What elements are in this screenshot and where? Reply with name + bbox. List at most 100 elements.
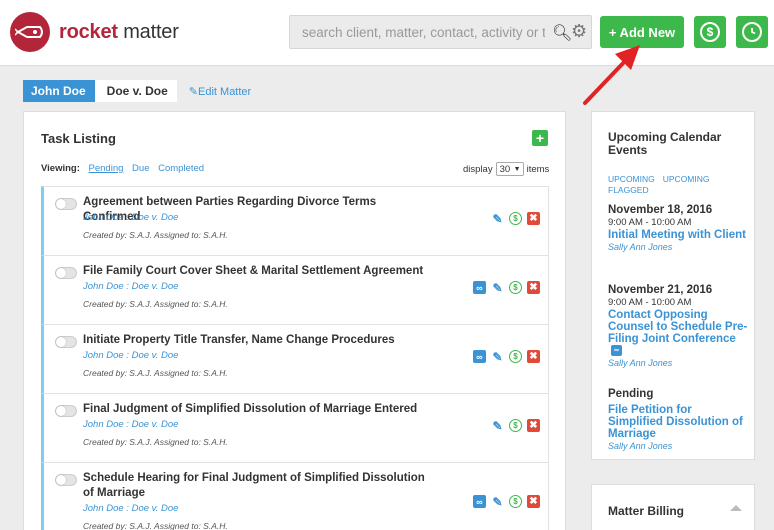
- task-listing-title: Task Listing: [41, 131, 116, 146]
- rocket-logo-icon: [10, 12, 50, 52]
- matter-billing-title: Matter Billing: [608, 504, 685, 518]
- task-complete-toggle[interactable]: [55, 267, 77, 279]
- link-icon[interactable]: ∞: [473, 350, 486, 363]
- top-bar: rocket matter 🔍︎ ⚙ + Add New $: [0, 0, 774, 66]
- breadcrumb-client[interactable]: John Doe: [23, 80, 95, 102]
- dollar-icon[interactable]: $: [509, 281, 522, 294]
- search-input[interactable]: [290, 17, 545, 47]
- link-icon[interactable]: ∞: [611, 345, 622, 357]
- dollar-icon[interactable]: $: [509, 419, 522, 432]
- tab-upcoming[interactable]: UPCOMING: [608, 174, 655, 184]
- calendar-tabs: UPCOMING UPCOMING FLAGGED: [608, 174, 748, 196]
- breadcrumb-matter[interactable]: Doe v. Doe: [94, 80, 177, 102]
- task-client-matter[interactable]: John Doe : Doe v. Doe: [83, 419, 178, 430]
- edit-matter-link[interactable]: ✎Edit Matter: [189, 85, 251, 98]
- pencil-icon[interactable]: ✎: [491, 495, 504, 509]
- task-filter-bar: Viewing: Pending Due Completed: [41, 163, 204, 174]
- gear-icon[interactable]: ⚙: [571, 21, 587, 42]
- delete-icon[interactable]: ✖: [527, 212, 540, 225]
- task-actions: ∞ ✎ $ ✖: [473, 350, 540, 364]
- task-client-matter[interactable]: John Doe : Doe v. Doe: [83, 212, 178, 223]
- pencil-icon[interactable]: ✎: [491, 419, 504, 433]
- calendar-event: Pending File Petition for Simplified Dis…: [608, 388, 748, 451]
- task-meta: Created by: S.A.J. Assigned to: S.A.H.: [83, 521, 228, 530]
- task-list: Agreement between Parties Regarding Divo…: [41, 186, 549, 530]
- task-name[interactable]: Final Judgment of Simplified Dissolution…: [83, 402, 433, 417]
- task-complete-toggle[interactable]: [55, 405, 77, 417]
- timer-button[interactable]: [736, 16, 768, 48]
- delete-icon[interactable]: ✖: [527, 419, 540, 432]
- task-actions: ∞ ✎ $ ✖: [473, 281, 540, 295]
- event-owner[interactable]: Sally Ann Jones: [608, 358, 748, 368]
- pencil-icon: ✎: [188, 85, 199, 98]
- logo-text: rocket matter: [59, 20, 179, 43]
- calendar-event: November 21, 2016 9:00 AM - 10:00 AM Con…: [608, 284, 748, 368]
- delete-icon[interactable]: ✖: [527, 350, 540, 363]
- event-date: November 18, 2016: [608, 204, 713, 216]
- search-bar: 🔍︎ ⚙: [289, 15, 592, 49]
- task-actions: ✎ $ ✖: [491, 419, 540, 433]
- search-icon[interactable]: 🔍︎: [552, 23, 572, 43]
- logo[interactable]: rocket matter: [10, 12, 179, 52]
- collapse-caret-icon[interactable]: [730, 505, 742, 511]
- task-name[interactable]: File Family Court Cover Sheet & Marital …: [83, 264, 433, 279]
- dollar-icon[interactable]: $: [509, 350, 522, 363]
- task-client-matter[interactable]: John Doe : Doe v. Doe: [83, 503, 178, 514]
- task-meta: Created by: S.A.J. Assigned to: S.A.H.: [83, 230, 228, 240]
- delete-icon[interactable]: ✖: [527, 281, 540, 294]
- task-meta: Created by: S.A.J. Assigned to: S.A.H.: [83, 368, 228, 378]
- dollar-icon[interactable]: $: [509, 495, 522, 508]
- calendar-title: Upcoming Calendar Events: [608, 130, 722, 157]
- link-icon[interactable]: ∞: [473, 281, 486, 294]
- event-owner[interactable]: Sally Ann Jones: [608, 441, 748, 451]
- task-row[interactable]: File Family Court Cover Sheet & Marital …: [41, 255, 549, 325]
- event-time: 9:00 AM - 10:00 AM: [608, 217, 692, 228]
- filter-due[interactable]: Due: [132, 163, 149, 174]
- upcoming-calendar-panel: Upcoming Calendar Events UPCOMING UPCOMIN…: [591, 111, 755, 460]
- event-name[interactable]: File Petition for Simplified Dissolution…: [608, 404, 748, 440]
- task-row[interactable]: Agreement between Parties Regarding Divo…: [41, 186, 549, 256]
- pencil-icon[interactable]: ✎: [491, 281, 504, 295]
- dollar-icon[interactable]: $: [509, 212, 522, 225]
- task-name[interactable]: Schedule Hearing for Final Judgment of S…: [83, 471, 433, 501]
- add-task-button[interactable]: +: [532, 130, 548, 146]
- event-name[interactable]: Contact Opposing Counsel to Schedule Pre…: [608, 309, 748, 357]
- event-date: November 21, 2016: [608, 284, 713, 296]
- task-row[interactable]: Final Judgment of Simplified Dissolution…: [41, 393, 549, 463]
- event-date: Pending: [608, 388, 654, 400]
- clock-icon: [742, 22, 762, 42]
- chevron-down-icon: ▼: [513, 165, 521, 173]
- breadcrumb: John Doe Doe v. Doe ✎Edit Matter: [23, 80, 251, 102]
- delete-icon[interactable]: ✖: [527, 495, 540, 508]
- dollar-icon: $: [700, 22, 720, 42]
- filter-completed[interactable]: Completed: [158, 163, 204, 174]
- task-row[interactable]: Schedule Hearing for Final Judgment of S…: [41, 462, 549, 530]
- pencil-icon[interactable]: ✎: [491, 212, 504, 226]
- task-complete-toggle[interactable]: [55, 474, 77, 486]
- event-time: 9:00 AM - 10:00 AM: [608, 297, 692, 308]
- display-count: display 30 ▼ items: [463, 162, 549, 176]
- task-client-matter[interactable]: John Doe : Doe v. Doe: [83, 281, 178, 292]
- task-meta: Created by: S.A.J. Assigned to: S.A.H.: [83, 437, 228, 447]
- matter-billing-panel: Matter Billing: [591, 484, 755, 530]
- event-name[interactable]: Initial Meeting with Client: [608, 229, 748, 241]
- event-owner[interactable]: Sally Ann Jones: [608, 242, 748, 252]
- calendar-event: November 18, 2016 9:00 AM - 10:00 AM Ini…: [608, 204, 748, 252]
- items-label: items: [526, 163, 550, 175]
- task-complete-toggle[interactable]: [55, 198, 77, 210]
- add-new-button[interactable]: + Add New: [600, 16, 684, 48]
- task-client-matter[interactable]: John Doe : Doe v. Doe: [83, 350, 178, 361]
- filter-pending[interactable]: Pending: [89, 163, 124, 174]
- task-complete-toggle[interactable]: [55, 336, 77, 348]
- link-icon[interactable]: ∞: [473, 495, 486, 508]
- task-actions: ∞ ✎ $ ✖: [473, 495, 540, 509]
- pencil-icon[interactable]: ✎: [491, 350, 504, 364]
- task-row[interactable]: Initiate Property Title Transfer, Name C…: [41, 324, 549, 394]
- task-listing-panel: Task Listing + Viewing: Pending Due Comp…: [23, 111, 566, 530]
- billing-button[interactable]: $: [694, 16, 726, 48]
- task-name[interactable]: Initiate Property Title Transfer, Name C…: [83, 333, 433, 348]
- display-label: display: [463, 163, 493, 175]
- display-select[interactable]: 30 ▼: [495, 162, 524, 176]
- viewing-label: Viewing:: [41, 163, 80, 174]
- task-actions: ✎ $ ✖: [491, 212, 540, 226]
